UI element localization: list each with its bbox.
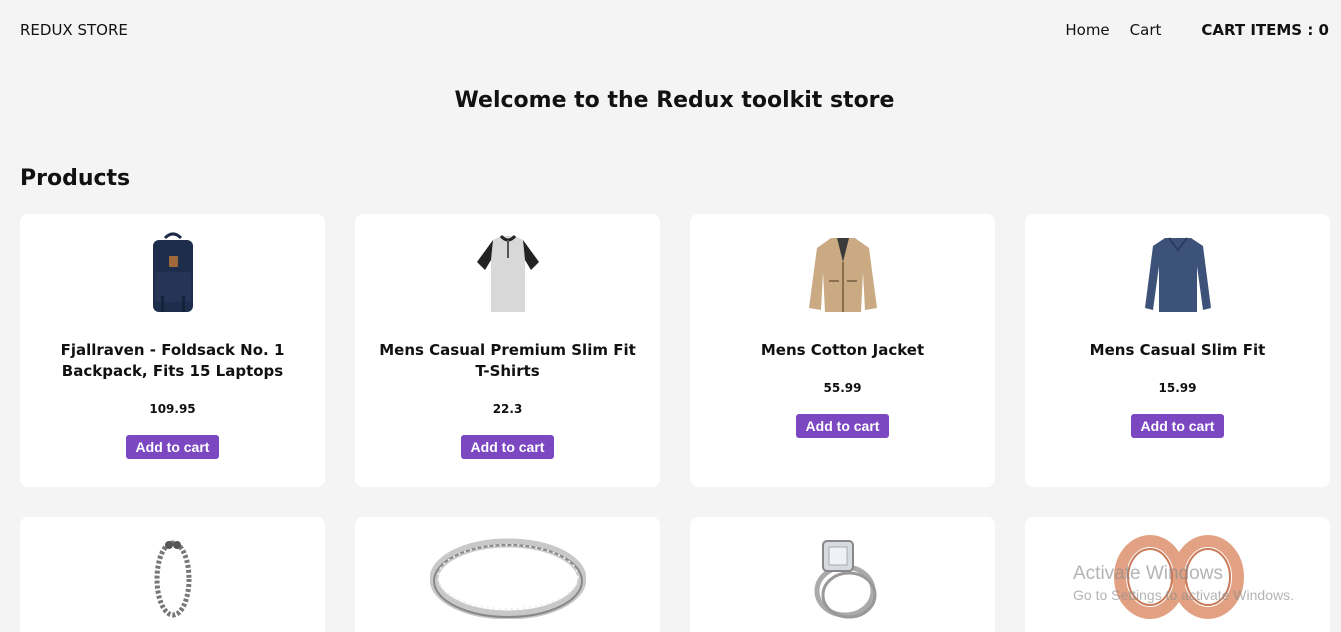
nav-link-home[interactable]: Home [1065, 21, 1109, 39]
add-to-cart-button[interactable]: Add to cart [795, 414, 890, 438]
product-card: Mens Casual Slim Fit 15.99 Add to cart [1025, 214, 1330, 487]
watermark-title: Activate Windows [1073, 563, 1223, 584]
jacket-icon [803, 232, 883, 316]
product-card: Mens Cotton Jacket 55.99 Add to cart [690, 214, 995, 487]
product-price: 55.99 [823, 381, 862, 395]
add-to-cart-button[interactable]: Add to cart [460, 435, 555, 459]
nav-links: Home Cart CART ITEMS : 0 [1065, 21, 1329, 39]
longsleeve-icon [1138, 232, 1218, 316]
product-title[interactable]: Mens Casual Premium Slim Fit T-Shirts [378, 340, 638, 382]
watermark-subtitle: Go to Settings to activate Windows. [1073, 587, 1294, 603]
windows-activation-watermark: Activate Windows Go to Settings to activ… [1073, 563, 1294, 603]
nav-link-cart[interactable]: Cart [1130, 21, 1162, 39]
backpack-icon [133, 232, 213, 316]
diamond-ring-icon [803, 535, 883, 619]
product-price: 109.95 [149, 402, 196, 416]
product-title[interactable]: Mens Cotton Jacket [713, 340, 973, 361]
product-price: 22.3 [492, 402, 523, 416]
product-card: Mens Casual Premium Slim Fit T-Shirts 22… [355, 214, 660, 487]
product-card: Fjallraven - Foldsack No. 1 Backpack, Fi… [20, 214, 325, 487]
product-card [690, 517, 995, 632]
product-card [355, 517, 660, 632]
brand-logo[interactable]: REDUX STORE [20, 21, 128, 39]
product-title[interactable]: Mens Casual Slim Fit [1048, 340, 1308, 361]
add-to-cart-button[interactable]: Add to cart [1130, 414, 1225, 438]
products-heading: Products [20, 166, 131, 191]
navbar: REDUX STORE Home Cart CART ITEMS : 0 [0, 0, 1341, 62]
product-card [20, 517, 325, 632]
add-to-cart-button[interactable]: Add to cart [125, 435, 220, 459]
welcome-heading: Welcome to the Redux toolkit store [454, 88, 895, 113]
silver-ring-icon [428, 535, 588, 619]
tshirt-icon [468, 232, 548, 316]
product-price: 15.99 [1158, 381, 1197, 395]
cart-items-count: CART ITEMS : 0 [1201, 21, 1329, 39]
product-title[interactable]: Fjallraven - Foldsack No. 1 Backpack, Fi… [43, 340, 303, 382]
bracelet-icon [133, 535, 213, 619]
